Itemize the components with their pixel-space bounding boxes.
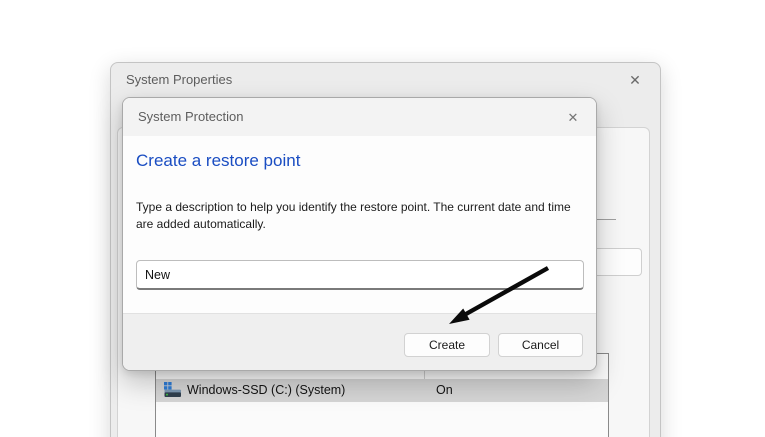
system-protection-dialog: System Protection ✕ Create a restore poi…: [122, 97, 597, 371]
desktop-background: System Properties ✕ Windows-SSD (C:) (Sy…: [0, 0, 765, 437]
page-title: Create a restore point: [136, 151, 300, 171]
close-icon[interactable]: ✕: [622, 67, 648, 93]
close-icon[interactable]: ✕: [560, 105, 586, 131]
system-protection-titlebar[interactable]: System Protection ✕: [123, 98, 596, 136]
system-properties-titlebar[interactable]: System Properties ✕: [111, 63, 660, 97]
restore-point-name-input[interactable]: [136, 260, 584, 290]
create-button[interactable]: Create: [404, 333, 490, 357]
group-separator-fragment: [596, 219, 616, 220]
drive-list-item[interactable]: Windows-SSD (C:) (System) On: [156, 379, 608, 402]
dialog-title: System Protection: [138, 98, 244, 136]
description-text: Type a description to help you identify …: [136, 199, 588, 233]
protection-status: On: [436, 379, 453, 402]
cancel-button[interactable]: Cancel: [498, 333, 583, 357]
drive-name: Windows-SSD (C:) (System): [187, 379, 345, 402]
drive-icon: [163, 381, 182, 400]
window-title: System Properties: [126, 63, 232, 97]
